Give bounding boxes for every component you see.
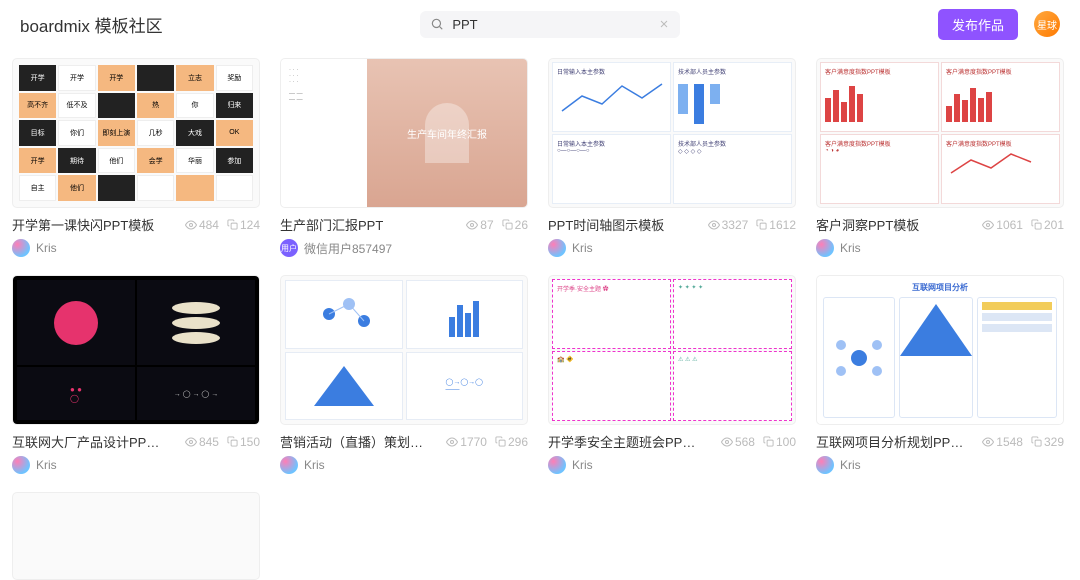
clear-icon[interactable] (658, 18, 670, 30)
publish-button[interactable]: 发布作品 (938, 9, 1018, 40)
template-thumbnail: ◯→◯→◯—— (280, 275, 528, 425)
author-row[interactable]: 用户 微信用户857497 (280, 239, 528, 257)
copy-icon (1031, 436, 1042, 447)
copy-icon (502, 219, 513, 230)
template-title: PPT时间轴图示模板 (548, 215, 664, 234)
template-title: 互联网大厂产品设计PPT模板 (12, 432, 162, 451)
copy-icon (495, 436, 506, 447)
template-card[interactable] (12, 492, 260, 580)
author-avatar-icon (548, 456, 566, 474)
template-card[interactable]: 客户满意度指数PPT模板 客户满意度指数PPT模板 客户满意度指数PPT模板◔ … (816, 58, 1064, 257)
template-title: 开学季安全主题班会PPT模板 (548, 432, 698, 451)
template-grid: 开学开学开学立志奖励 高不齐低不及热你归来 目标你们即刻上演几秒大戏OK 开学期… (0, 48, 1080, 580)
author-name: Kris (572, 458, 593, 472)
copy-icon (756, 219, 767, 230)
search-icon (430, 17, 444, 31)
template-card[interactable]: 日常输入本主参数 技术部人员主参数 日常输入本主参数○—○—○—○ 技术部人员主… (548, 58, 796, 257)
copy-icon (227, 219, 238, 230)
author-row[interactable]: Kris (12, 456, 260, 474)
template-card[interactable]: 互联网项目分析 互联网项目分析规划PPT... 1548 329 Kris (816, 275, 1064, 474)
eye-icon (721, 436, 733, 448)
template-thumbnail: 互联网项目分析 (816, 275, 1064, 425)
template-card[interactable]: · · ·· · ·· · ·— —— — 生产车间年终汇报 生产部门汇报PPT… (280, 58, 528, 257)
author-row[interactable]: Kris (548, 456, 796, 474)
template-card[interactable]: ◯→◯→◯—— 营销活动（直播）策划PP... 1770 296 Kris (280, 275, 528, 474)
template-stats: 845 150 (185, 435, 260, 449)
author-avatar-icon (816, 456, 834, 474)
search-input[interactable] (452, 17, 650, 32)
eye-icon (185, 219, 197, 231)
template-stats: 484 124 (185, 218, 260, 232)
search-box[interactable] (420, 11, 680, 38)
author-row[interactable]: Kris (12, 239, 260, 257)
template-card[interactable]: 开学开学开学立志奖励 高不齐低不及热你归来 目标你们即刻上演几秒大戏OK 开学期… (12, 58, 260, 257)
author-avatar-icon (12, 239, 30, 257)
copy-icon (1031, 219, 1042, 230)
template-card[interactable]: 开学季·安全主题 ✿ ✦ ✦ ✦ ✦ 🏫 🚸 ⚠ ⚠ ⚠ 开学季安全主题班会PP… (548, 275, 796, 474)
template-title: 营销活动（直播）策划PP... (280, 432, 430, 451)
template-thumbnail: 日常输入本主参数 技术部人员主参数 日常输入本主参数○—○—○—○ 技术部人员主… (548, 58, 796, 208)
author-name: Kris (840, 458, 861, 472)
eye-icon (708, 219, 720, 231)
author-name: Kris (36, 458, 57, 472)
author-row[interactable]: Kris (280, 456, 528, 474)
template-thumbnail: 开学开学开学立志奖励 高不齐低不及热你归来 目标你们即刻上演几秒大戏OK 开学期… (12, 58, 260, 208)
author-name: Kris (304, 458, 325, 472)
eye-icon (982, 436, 994, 448)
author-avatar-icon (12, 456, 30, 474)
template-thumbnail: 开学季·安全主题 ✿ ✦ ✦ ✦ ✦ 🏫 🚸 ⚠ ⚠ ⚠ (548, 275, 796, 425)
template-thumbnail: ● ●◯ → ◯ → ◯ → (12, 275, 260, 425)
author-row[interactable]: Kris (816, 239, 1064, 257)
author-avatar-icon (816, 239, 834, 257)
eye-icon (446, 436, 458, 448)
template-stats: 87 26 (466, 218, 528, 232)
template-stats: 1061 201 (982, 218, 1064, 232)
template-title: 客户洞察PPT模板 (816, 215, 919, 234)
eye-icon (466, 219, 478, 231)
template-thumbnail: 客户满意度指数PPT模板 客户满意度指数PPT模板 客户满意度指数PPT模板◔ … (816, 58, 1064, 208)
author-row[interactable]: Kris (816, 456, 1064, 474)
template-card[interactable]: ● ●◯ → ◯ → ◯ → 互联网大厂产品设计PPT模板 845 150 Kr… (12, 275, 260, 474)
template-thumbnail: · · ·· · ·· · ·— —— — 生产车间年终汇报 (280, 58, 528, 208)
author-avatar-icon (548, 239, 566, 257)
author-avatar-icon (280, 456, 298, 474)
eye-icon (982, 219, 994, 231)
search-wrap (179, 11, 922, 38)
template-stats: 3327 1612 (708, 218, 796, 232)
author-row[interactable]: Kris (548, 239, 796, 257)
author-name: 微信用户857497 (304, 240, 392, 257)
template-title: 生产部门汇报PPT (280, 215, 383, 234)
template-stats: 1770 296 (446, 435, 528, 449)
template-title: 互联网项目分析规划PPT... (816, 432, 966, 451)
author-avatar-icon: 用户 (280, 239, 298, 257)
author-name: Kris (572, 241, 593, 255)
template-stats: 568 100 (721, 435, 796, 449)
brand-title: boardmix 模板社区 (20, 12, 163, 37)
copy-icon (227, 436, 238, 447)
eye-icon (185, 436, 197, 448)
author-name: Kris (840, 241, 861, 255)
template-title: 开学第一课快闪PPT模板 (12, 215, 154, 234)
author-name: Kris (36, 241, 57, 255)
template-thumbnail (12, 492, 260, 580)
user-avatar[interactable]: 星球 (1034, 11, 1060, 37)
template-stats: 1548 329 (982, 435, 1064, 449)
copy-icon (763, 436, 774, 447)
header-bar: boardmix 模板社区 发布作品 星球 (0, 0, 1080, 48)
